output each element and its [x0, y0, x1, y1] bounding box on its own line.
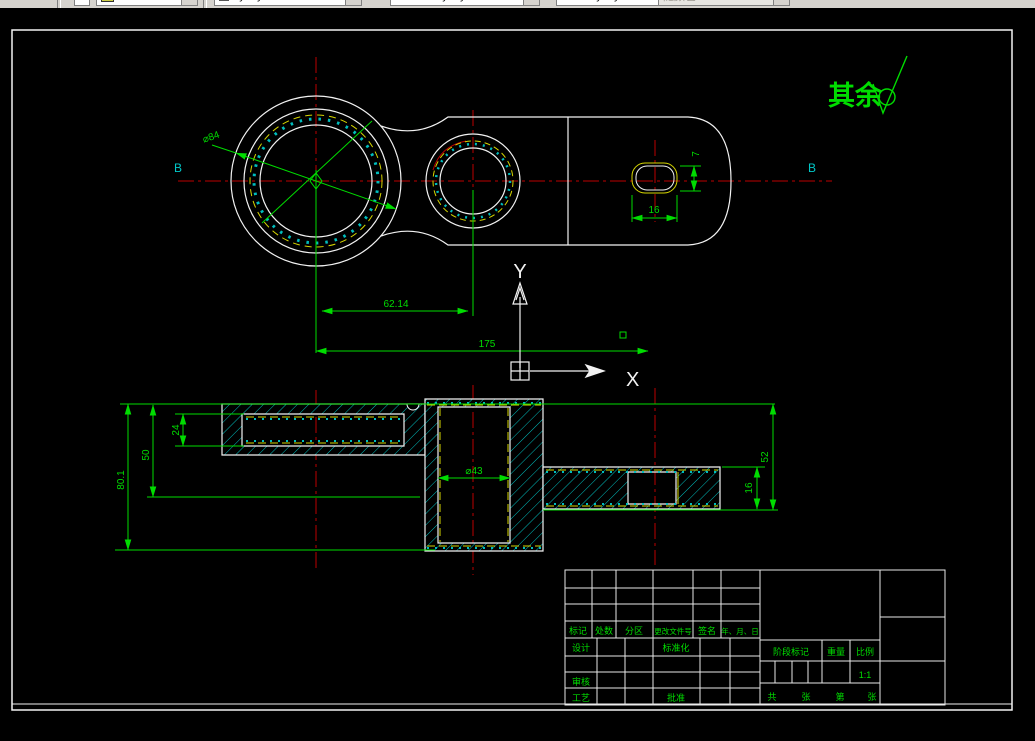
tb-label-weight: 重量 — [827, 646, 845, 657]
toolbar-separator — [203, 0, 207, 8]
tb-label-mark: 标记 — [569, 625, 587, 636]
red-arc — [432, 140, 467, 171]
tb-sheet-total: 共 — [767, 692, 776, 702]
tb-label-date: 年、月、日 — [721, 626, 759, 636]
section-dim-texts: 80.1 50 24 ⌀43 52 16 — [116, 424, 771, 494]
dim-62: 62.14 — [383, 299, 408, 310]
section-label-left: B — [174, 161, 182, 175]
dim-175: 175 — [479, 339, 496, 350]
chevron-down-icon[interactable]: ▼ — [181, 0, 197, 5]
tb-label-approve: 批准 — [667, 692, 685, 703]
top-view-dim-texts: ⌀84 62.14 175 16 7 — [201, 130, 702, 350]
lineweight-combo-value: ByLayer — [589, 0, 629, 2]
dim-slot-width: 16 — [648, 205, 660, 216]
section-right-arm — [542, 466, 721, 510]
drawing-frame — [11, 29, 1013, 711]
model-space-canvas[interactable]: 其余 B B ⌀84 62.14 175 16 7 Y X 80.1 50 24… — [0, 8, 1035, 736]
tb-scale-value: 1:1 — [859, 670, 872, 680]
dim-50: 50 — [141, 449, 152, 461]
dim-16: 16 — [744, 482, 755, 494]
tb-label-standardization: 标准化 — [662, 642, 689, 653]
tb-label-signature: 签名 — [698, 625, 716, 636]
plotstyle-combo-value: 随颜色 — [663, 0, 696, 4]
dim-slot-height: 7 — [691, 151, 702, 157]
cad-application-window: { "toolbar": { "combos": [ {"value": ""}… — [0, 0, 1035, 736]
tb-sheet-zhang2: 张 — [867, 692, 876, 702]
section-left-arm — [221, 403, 426, 456]
dim-24: 24 — [171, 424, 182, 436]
tb-label-process: 工艺 — [572, 693, 590, 703]
color-swatch — [219, 0, 229, 1]
linetype-combo-value: ByLayer — [435, 0, 475, 2]
cad-drawing: 其余 B B ⌀84 62.14 175 16 7 Y X 80.1 50 24… — [11, 29, 1013, 711]
ucs-x-label: X — [626, 369, 639, 391]
layer-dropdown-arrow-fragment[interactable] — [74, 0, 90, 6]
plotstyle-combo[interactable]: 随颜色 ▼ — [658, 0, 790, 6]
tb-label-design: 设计 — [572, 642, 590, 653]
layers-icon — [101, 0, 114, 2]
title-block-texts: 标记 处数 分区 更改文件号 签名 年、月、日 设计 标准化 审核 工艺 批准 … — [569, 625, 877, 703]
tb-label-scale: 比例 — [856, 646, 874, 657]
tb-label-zone: 分区 — [625, 626, 643, 636]
ucs-y-label: Y — [513, 261, 526, 283]
surface-finish-note: 其余 — [828, 55, 908, 115]
tb-label-count: 处数 — [595, 625, 613, 636]
ucs-icon — [510, 281, 606, 381]
layer-combo[interactable]: ▼ — [96, 0, 198, 6]
tb-label-check: 审核 — [572, 676, 590, 687]
color-combo[interactable]: ByLayer ▼ — [214, 0, 362, 6]
dim-43: ⌀43 — [465, 466, 483, 477]
tb-sheet-no: 第 — [835, 691, 844, 702]
tb-label-stage-mark: 阶段标记 — [773, 646, 809, 657]
tb-label-change-file: 更改文件号 — [654, 626, 692, 636]
top-view-dimensions — [211, 120, 701, 355]
linetype-combo[interactable]: ByLayer ▼ — [390, 0, 540, 6]
tb-sheet-zhang1: 张 — [801, 692, 810, 702]
color-combo-value: ByLayer — [232, 0, 272, 2]
dim-52: 52 — [760, 451, 771, 463]
chevron-down-icon[interactable]: ▼ — [523, 0, 539, 5]
title-block — [564, 569, 946, 706]
chevron-down-icon[interactable]: ▼ — [345, 0, 361, 5]
surface-note-text: 其余 — [828, 80, 883, 111]
section-label-right: B — [808, 161, 816, 175]
toolbar-separator — [57, 0, 61, 8]
dim-80: 80.1 — [116, 470, 127, 490]
section-center-hub — [424, 398, 544, 552]
grip-point — [619, 331, 627, 339]
dim-dia-outer: ⌀84 — [201, 130, 221, 146]
chevron-down-icon[interactable]: ▼ — [773, 0, 789, 5]
